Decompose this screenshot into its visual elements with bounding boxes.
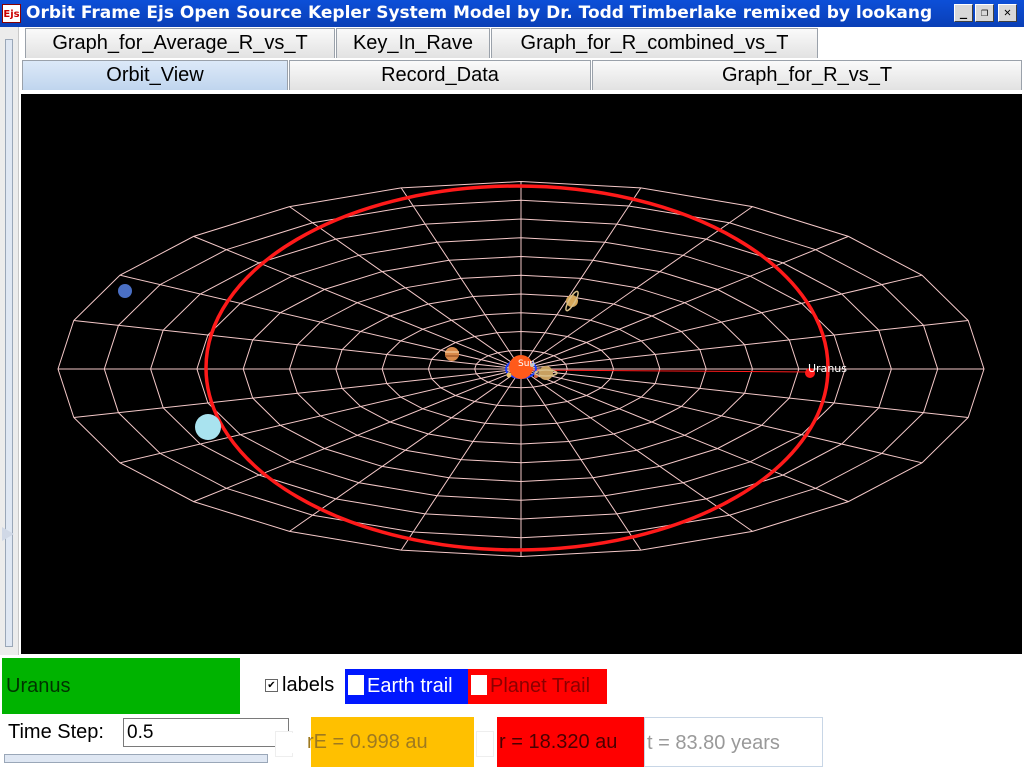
neptune-icon [118,284,132,298]
time-step-label: Time Step: [8,721,104,743]
labels-label: labels [282,674,335,696]
planet-select[interactable]: Uranus [2,658,240,714]
mercury-icon [530,363,534,367]
venus-icon [506,372,512,378]
tab-graph-r-combined-vs-t[interactable]: Graph_for_R_combined_vs_T [491,28,818,58]
minimize-button[interactable]: _ [954,4,973,22]
horizontal-slider[interactable] [4,754,268,763]
earth-trail-label: Earth trail [367,675,453,697]
planet-distance-readout: r = 18.320 au [497,717,644,767]
window-title-bar: Ejs Orbit Frame Ejs Open Source Kepler S… [0,0,1024,27]
earth-trail-toggle[interactable]: Earth trail [345,669,468,704]
planet-trail-checkbox[interactable] [471,674,487,695]
time-step-input[interactable] [123,718,289,747]
restore-button[interactable]: ❐ [975,4,994,22]
earth-trail-checkbox[interactable] [348,674,364,695]
jupiter-icon [445,347,459,361]
window-title: Orbit Frame Ejs Open Source Kepler Syste… [26,3,933,23]
labels-checkbox[interactable]: ✔ [265,679,278,692]
planet-trail-label: Planet Trail [490,675,591,697]
tab-record-data[interactable]: Record_Data [289,60,591,90]
r-color-swatch [476,731,494,757]
sun-planet-radius-line [520,369,811,373]
saturn-icon [565,290,579,312]
tab-key-in-rave[interactable]: Key_In_Rave [336,28,490,58]
uranus-near-icon [195,414,221,440]
close-button[interactable]: ✕ [998,4,1017,22]
orbit-view-3d[interactable]: Sun Uranus [21,94,1022,654]
ejs-app-icon: Ejs [2,4,21,23]
time-readout: t = 83.80 years [644,717,823,767]
slider-track [5,39,13,647]
tab-graph-r-vs-t[interactable]: Graph_for_R_vs_T [592,60,1022,90]
planet-trail-toggle[interactable]: Planet Trail [468,669,607,704]
tab-graph-average-r-vs-t[interactable]: Graph_for_Average_R_vs_T [25,28,335,58]
earth-distance-readout: rE = 0.998 au [291,717,474,767]
slider-thumb[interactable] [2,527,14,541]
left-vertical-slider[interactable] [0,27,19,655]
tab-orbit-view[interactable]: Orbit_View [22,60,288,90]
planet-label: Uranus [808,362,847,375]
